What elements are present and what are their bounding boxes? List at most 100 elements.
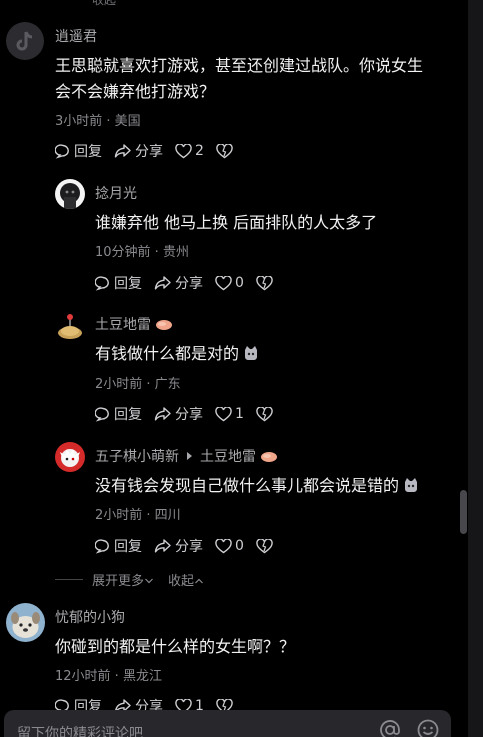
share-button[interactable]: 分享: [114, 141, 163, 161]
comment-text-line: 王思聪就喜欢打游戏，甚至还创建过战队。你说女生: [55, 56, 424, 75]
comment-actions: 回复 分享 0: [95, 273, 288, 293]
comment-meta: 2小时前 · 广东: [95, 377, 181, 392]
comment-text: 你碰到的都是什么样的女生啊？？: [55, 637, 296, 656]
comment-author[interactable]: 捻月光: [95, 183, 137, 203]
dislike-icon: [256, 538, 273, 553]
comment-text-line: 会不会嫌弃他打游戏？: [55, 82, 216, 101]
reply-button[interactable]: 回复: [95, 404, 142, 424]
share-icon: [154, 407, 171, 421]
bean-emoji-icon: [261, 452, 277, 462]
share-label: 分享: [175, 407, 203, 423]
heart-icon: [215, 275, 232, 290]
share-label: 分享: [175, 276, 203, 292]
avatar[interactable]: [6, 603, 45, 642]
like-count: 2: [195, 143, 204, 159]
comment-text: 王思聪就喜欢打游戏，甚至还创建过战队。你说女生 会不会嫌弃他打游戏？: [55, 53, 423, 105]
reply-button[interactable]: 回复: [95, 273, 142, 293]
avatar[interactable]: [55, 179, 85, 209]
heart-icon: [175, 143, 192, 158]
dislike-icon: [256, 406, 273, 421]
dislike-button[interactable]: [256, 275, 276, 291]
comment-icon: [95, 407, 109, 422]
dislike-button[interactable]: [256, 406, 276, 422]
reply-label: 回复: [114, 276, 142, 292]
share-icon: [154, 276, 171, 290]
comment-input-placeholder: 留下你的精彩评论吧: [17, 726, 143, 737]
side-strip: [468, 0, 483, 737]
anime-avatar: [60, 449, 80, 467]
comment-icon: [95, 539, 109, 554]
dog-avatar: [11, 612, 40, 638]
like-button[interactable]: 1: [215, 406, 244, 422]
comment-text-body: 有钱做什么都是对的: [95, 344, 240, 363]
comment-actions: 回复 分享 0: [95, 536, 288, 556]
comment-author[interactable]: 逍遥君: [55, 26, 97, 46]
comment-meta: 10分钟前 · 贵州: [95, 245, 189, 260]
top-collapse-link[interactable]: 收起: [92, 0, 116, 8]
reply-label: 回复: [114, 407, 142, 423]
comment-icon: [55, 144, 69, 159]
reply-label: 回复: [114, 539, 142, 555]
share-button[interactable]: 分享: [154, 404, 203, 424]
bean-emoji-icon: [156, 320, 172, 330]
like-button[interactable]: 0: [215, 538, 244, 554]
at-icon[interactable]: [378, 718, 402, 737]
comment-author[interactable]: 忧郁的小狗: [55, 607, 125, 627]
comment-author[interactable]: 五子棋小萌新 土豆地雷: [95, 446, 278, 466]
divider: [55, 579, 83, 580]
comment-icon: [95, 276, 109, 291]
dislike-button[interactable]: [216, 143, 236, 159]
heart-icon: [215, 538, 232, 553]
share-icon: [154, 539, 171, 553]
reply-button[interactable]: 回复: [95, 536, 142, 556]
reply-to-name[interactable]: 土豆地雷: [200, 449, 256, 465]
comment-meta: 2小时前 · 四川: [95, 508, 181, 523]
avatar-portrait: [60, 183, 80, 209]
comment-text: 有钱做什么都是对的: [95, 341, 259, 367]
comment-text: 谁嫌弃他 他马上换 后面排队的人太多了: [95, 213, 378, 232]
scrollbar-thumb[interactable]: [460, 490, 467, 534]
share-icon: [114, 144, 131, 158]
collapse-link[interactable]: 收起: [168, 570, 204, 589]
like-button[interactable]: 2: [175, 143, 204, 159]
like-count: 1: [235, 406, 244, 422]
author-name: 五子棋小萌新: [95, 449, 179, 465]
comment-panel: 收起 逍遥君 王思聪就喜欢打游戏，甚至还创建过战队。你说女生 会不会嫌弃他打游戏…: [0, 0, 468, 737]
tiktok-avatar-icon: [16, 31, 33, 51]
dislike-icon: [256, 275, 273, 290]
share-label: 分享: [175, 539, 203, 555]
comment-meta: 12小时前 · 黑龙江: [55, 669, 162, 684]
reply-arrow-icon: [187, 452, 192, 460]
chevron-up-icon: [195, 578, 203, 584]
dislike-button[interactable]: [256, 538, 276, 554]
comment-text: 没有钱会发现自己做什么事儿都会说是错的: [95, 473, 419, 499]
like-count: 0: [235, 538, 244, 554]
avatar[interactable]: [6, 22, 44, 60]
share-label: 分享: [135, 144, 163, 160]
comment-author[interactable]: 土豆地雷: [95, 314, 173, 334]
dislike-icon: [216, 143, 233, 158]
avatar[interactable]: [55, 310, 85, 340]
cat-emoji-icon: [405, 478, 418, 492]
potato-mine-avatar: [58, 314, 82, 339]
share-button[interactable]: 分享: [154, 536, 203, 556]
chevron-down-icon: [145, 578, 153, 584]
share-button[interactable]: 分享: [154, 273, 203, 293]
collapse-label: 收起: [168, 574, 195, 589]
avatar[interactable]: [55, 442, 85, 472]
like-button[interactable]: 0: [215, 275, 244, 291]
author-name: 土豆地雷: [95, 317, 151, 333]
comment-input-bar[interactable]: 留下你的精彩评论吧: [4, 710, 451, 737]
comment-text-body: 没有钱会发现自己做什么事儿都会说是错的: [95, 476, 400, 495]
comment-actions: 回复 分享 1: [95, 404, 288, 424]
like-count: 0: [235, 275, 244, 291]
emoji-icon[interactable]: [416, 718, 440, 737]
expand-more-label: 展开更多: [92, 574, 145, 589]
comment-actions: 回复 分享 2: [55, 141, 248, 161]
reply-button[interactable]: 回复: [55, 141, 102, 161]
comment-meta: 3小时前 · 美国: [55, 114, 141, 129]
cat-emoji-icon: [245, 346, 258, 360]
expand-more-link[interactable]: 展开更多: [92, 570, 154, 589]
top-hint[interactable]: 收起: [0, 0, 468, 8]
heart-icon: [215, 406, 232, 421]
